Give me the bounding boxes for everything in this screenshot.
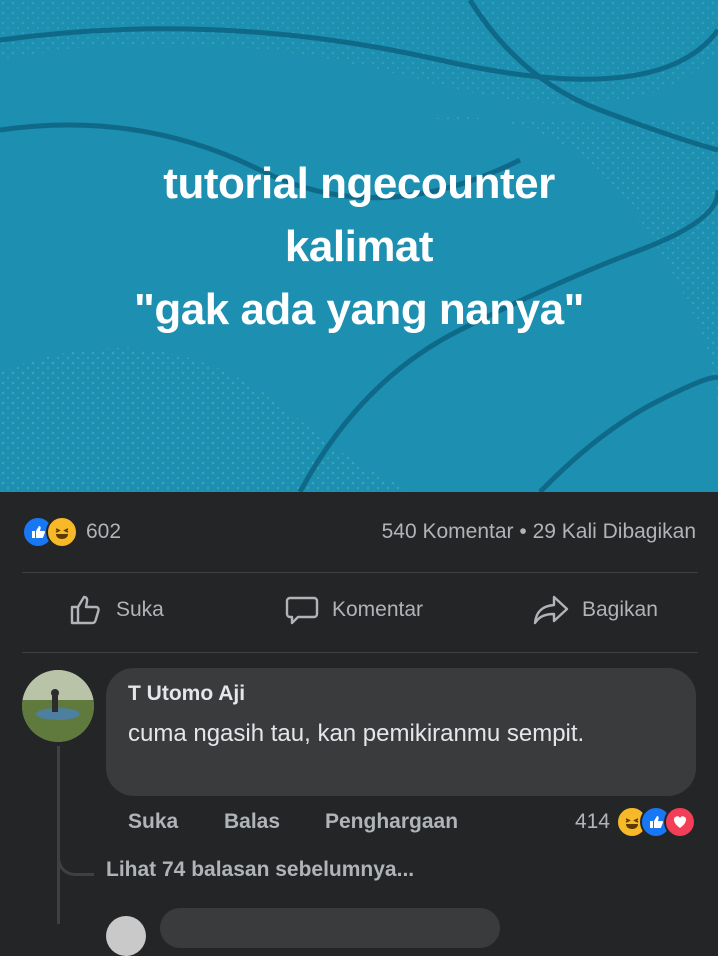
comment-label: Komentar	[332, 598, 424, 621]
comment-reaction-count: 414	[574, 810, 610, 833]
divider	[22, 572, 698, 573]
post-background: tutorial ngecounter kalimat "gak ada yan…	[0, 0, 718, 492]
avatar[interactable]	[22, 670, 94, 742]
like-button[interactable]: Suka	[68, 592, 164, 628]
comment-bubble: T Utomo Aji cuma ngasih tau, kan pemikir…	[106, 668, 696, 796]
comment-author[interactable]: T Utomo Aji	[128, 682, 245, 706]
view-previous-replies-link[interactable]: Lihat 74 balasan sebelumnya...	[106, 858, 414, 882]
reaction-count: 602	[86, 520, 122, 543]
divider	[22, 652, 698, 653]
comment-like-button[interactable]: Suka	[128, 810, 178, 834]
haha-icon	[46, 516, 78, 548]
comment-text: cuma ngasih tau, kan pemikiranmu sempit.	[128, 720, 585, 747]
post-text: tutorial ngecounter kalimat "gak ada yan…	[0, 152, 718, 341]
comment-button[interactable]: Komentar	[284, 592, 423, 628]
reaction-summary[interactable]: 602	[22, 516, 121, 548]
comment-reply-button[interactable]: Balas	[224, 810, 280, 834]
avatar[interactable]	[106, 916, 146, 956]
thumbs-up-icon	[70, 595, 100, 625]
comment-reaction-summary[interactable]: 414	[575, 806, 696, 838]
comments-shares-count[interactable]: 540 Komentar • 29 Kali Dibagikan	[382, 520, 696, 544]
share-arrow-icon	[533, 595, 569, 625]
like-label: Suka	[116, 598, 164, 621]
share-button[interactable]: Bagikan	[532, 592, 658, 628]
post-text-line: tutorial ngecounter	[163, 159, 555, 208]
thread-connector	[57, 847, 94, 876]
post-text-line: "gak ada yang nanya"	[134, 285, 584, 334]
love-icon	[664, 806, 696, 838]
post-interactions-panel: 602 540 Komentar • 29 Kali Dibagikan Suk…	[0, 492, 718, 956]
speech-bubble-icon	[285, 596, 319, 625]
avatar-image	[22, 670, 94, 742]
comment-award-button[interactable]: Penghargaan	[325, 810, 458, 834]
post-text-line: kalimat	[284, 222, 434, 271]
reply-bubble	[160, 908, 500, 948]
thread-line	[57, 746, 60, 924]
share-label: Bagikan	[582, 598, 658, 621]
